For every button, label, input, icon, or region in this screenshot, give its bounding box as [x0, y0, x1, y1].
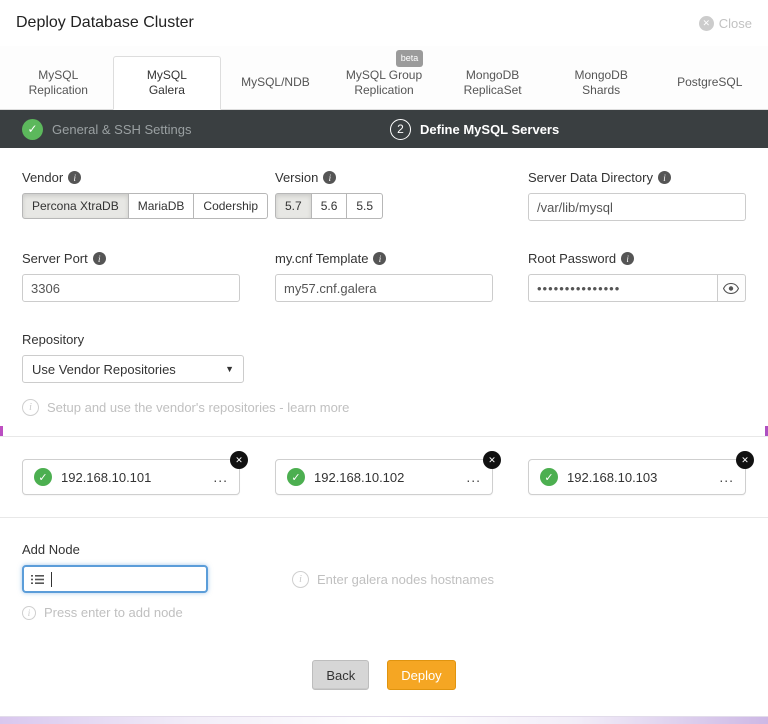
mycnf-template-input[interactable]	[275, 274, 493, 302]
vendor-option-percona[interactable]: Percona XtraDB	[22, 193, 129, 219]
wizard-step2-label: Define MySQL Servers	[420, 122, 559, 137]
data-directory-info-icon[interactable]: i	[658, 171, 671, 184]
mycnf-info-icon[interactable]: i	[373, 252, 386, 265]
wizard-step-define-servers: 2 Define MySQL Servers	[390, 119, 559, 140]
root-password-input[interactable]	[528, 274, 717, 302]
data-directory-label-row: Server Data Directory i	[528, 170, 746, 185]
data-directory-label: Server Data Directory	[528, 170, 653, 185]
wizard-progress-bar: ✓ General & SSH Settings 2 Define MySQL …	[0, 110, 768, 148]
wizard-step-general-ssh[interactable]: ✓ General & SSH Settings	[22, 119, 191, 140]
repository-hint-info-icon: i	[22, 399, 39, 416]
add-node-hint-below: i Press enter to add node	[22, 605, 746, 620]
add-node-row: i Enter galera nodes hostnames	[22, 565, 746, 593]
server-settings-form: Vendor i Percona XtraDB MariaDB Codershi…	[0, 148, 768, 416]
server-port-label-row: Server Port i	[22, 251, 240, 266]
add-node-hint-right: i Enter galera nodes hostnames	[292, 571, 494, 588]
version-option-55[interactable]: 5.5	[346, 193, 383, 219]
press-enter-info-icon: i	[22, 606, 36, 620]
deploy-button[interactable]: Deploy	[387, 660, 455, 690]
root-password-info-icon[interactable]: i	[621, 252, 634, 265]
node-menu-button[interactable]: ...	[213, 472, 228, 482]
step-complete-check-icon: ✓	[22, 119, 43, 140]
deploy-cluster-modal: Deploy Database Cluster ✕ Close MySQL Re…	[0, 0, 768, 724]
add-node-section: Add Node i Enter galera nodes hostnames	[0, 518, 768, 620]
node-hostname: 192.168.10.103	[567, 470, 657, 485]
vendor-info-icon[interactable]: i	[68, 171, 81, 184]
add-node-hint-info-icon: i	[292, 571, 309, 588]
wizard-step1-label: General & SSH Settings	[52, 122, 191, 137]
node-menu-button[interactable]: ...	[466, 472, 481, 482]
mycnf-label-row: my.cnf Template i	[275, 251, 493, 266]
version-option-56[interactable]: 5.6	[311, 193, 348, 219]
text-cursor	[51, 572, 52, 587]
server-port-input[interactable]	[22, 274, 240, 302]
node-status-check-icon: ✓	[287, 468, 305, 486]
node-remove-button[interactable]: ✕	[230, 451, 248, 469]
node-remove-button[interactable]: ✕	[483, 451, 501, 469]
version-option-57[interactable]: 5.7	[275, 193, 312, 219]
repository-label: Repository	[22, 332, 84, 347]
node-hostname: 192.168.10.102	[314, 470, 404, 485]
vendor-button-group: Percona XtraDB MariaDB Codership	[22, 193, 268, 219]
node-hostname: 192.168.10.101	[61, 470, 151, 485]
repository-hint-text: Setup and use the vendor's repositories …	[47, 400, 349, 415]
add-node-label: Add Node	[22, 542, 746, 557]
repository-select[interactable]: Use Vendor Repositories ▼	[22, 355, 244, 383]
data-directory-input[interactable]	[528, 193, 746, 221]
close-icon: ✕	[699, 16, 714, 31]
node-remove-button[interactable]: ✕	[736, 451, 754, 469]
root-password-label-row: Root Password i	[528, 251, 746, 266]
repository-selected-value: Use Vendor Repositories	[32, 362, 176, 377]
close-button[interactable]: ✕ Close	[699, 16, 752, 31]
modal-footer: Back Deploy	[0, 620, 768, 690]
node-card: ✓ 192.168.10.101 ... ✕	[22, 459, 240, 495]
tab-mysql-ndb[interactable]: MySQL/NDB	[221, 56, 330, 109]
vendor-option-mariadb[interactable]: MariaDB	[128, 193, 195, 219]
server-port-label: Server Port	[22, 251, 88, 266]
version-button-group: 5.7 5.6 5.5	[275, 193, 383, 219]
add-node-hint-below-text: Press enter to add node	[44, 605, 183, 620]
node-status-check-icon: ✓	[540, 468, 558, 486]
modal-title: Deploy Database Cluster	[16, 14, 194, 32]
root-password-group	[528, 274, 746, 302]
form-row-2: Server Port i my.cnf Template i Root Pas…	[22, 251, 746, 302]
tab-mysql-galera[interactable]: MySQL Galera	[113, 56, 222, 110]
vendor-label-row: Vendor i	[22, 170, 240, 185]
list-icon	[31, 574, 44, 585]
tab-mysql-group-replication[interactable]: beta MySQL Group Replication	[330, 56, 439, 109]
repository-label-row: Repository	[22, 332, 746, 347]
step-number-badge: 2	[390, 119, 411, 140]
server-port-info-icon[interactable]: i	[93, 252, 106, 265]
repository-hint: i Setup and use the vendor's repositorie…	[22, 399, 746, 416]
root-password-label: Root Password	[528, 251, 616, 266]
mycnf-label: my.cnf Template	[275, 251, 368, 266]
node-status-check-icon: ✓	[34, 468, 52, 486]
eye-icon	[723, 283, 739, 294]
vendor-option-codership[interactable]: Codership	[193, 193, 268, 219]
back-button[interactable]: Back	[312, 660, 369, 690]
page-background-edge-bottom	[0, 716, 768, 724]
node-list: ✓ 192.168.10.101 ... ✕ ✓ 192.168.10.102 …	[0, 436, 768, 518]
form-row-1: Vendor i Percona XtraDB MariaDB Codershi…	[22, 170, 746, 221]
tab-postgresql[interactable]: PostgreSQL	[655, 56, 764, 109]
chevron-down-icon: ▼	[225, 364, 234, 374]
add-node-input[interactable]	[22, 565, 208, 593]
version-label-row: Version i	[275, 170, 493, 185]
version-label: Version	[275, 170, 318, 185]
node-menu-button[interactable]: ...	[719, 472, 734, 482]
add-node-hint-right-text: Enter galera nodes hostnames	[317, 572, 494, 587]
tab-mongodb-replicaset[interactable]: MongoDB ReplicaSet	[438, 56, 547, 109]
tab-mysql-replication[interactable]: MySQL Replication	[4, 56, 113, 109]
repository-section: Repository Use Vendor Repositories ▼ i S…	[22, 332, 746, 416]
show-password-button[interactable]	[717, 274, 746, 302]
tab-mongodb-shards[interactable]: MongoDB Shards	[547, 56, 656, 109]
version-info-icon[interactable]: i	[323, 171, 336, 184]
vendor-label: Vendor	[22, 170, 63, 185]
close-label: Close	[719, 16, 752, 31]
node-card: ✓ 192.168.10.102 ... ✕	[275, 459, 493, 495]
modal-header: Deploy Database Cluster ✕ Close	[0, 0, 768, 46]
node-card: ✓ 192.168.10.103 ... ✕	[528, 459, 746, 495]
beta-badge: beta	[396, 50, 424, 67]
cluster-type-tabs: MySQL Replication MySQL Galera MySQL/NDB…	[0, 46, 768, 110]
